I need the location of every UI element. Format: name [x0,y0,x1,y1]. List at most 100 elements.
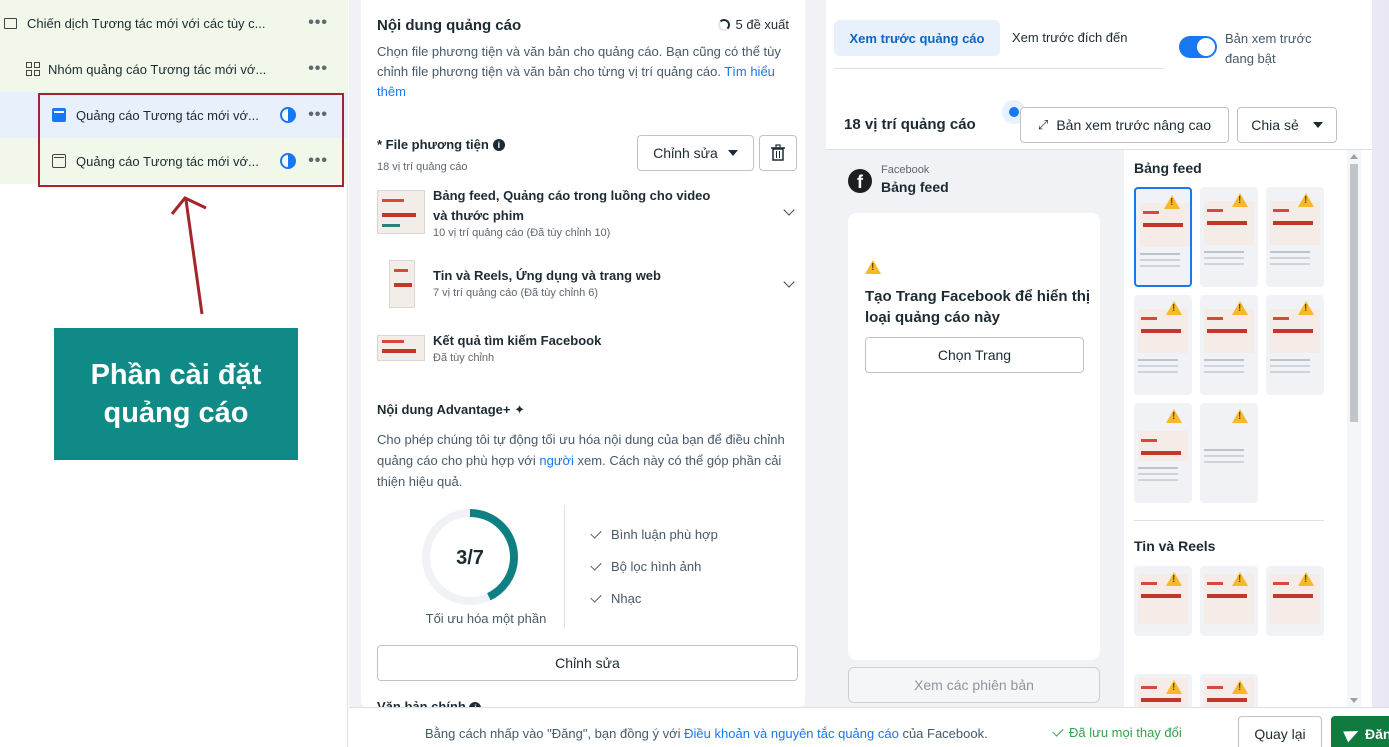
advantage-description: Cho phép chúng tôi tự động tối ưu hóa nộ… [377,429,797,492]
advanced-preview-button[interactable]: ⤢ Bản xem trước nâng cao [1020,107,1229,143]
placement-thumbnail[interactable] [1200,403,1258,503]
tree-item-adset[interactable]: Nhóm quảng cáo Tương tác mới vớ... ••• [0,46,348,92]
placement-thumbnail[interactable] [1266,295,1324,395]
tree-item-label: Chiến dịch Tương tác mới với các tùy c..… [27,15,266,31]
media-thumbnail [377,335,425,361]
arrow-up-icon [170,196,207,315]
media-item-sub: 7 vị trí quảng cáo (Đã tùy chỉnh 6) [433,287,599,299]
choose-page-button[interactable]: Chọn Trang [865,337,1084,373]
placement-thumbnail[interactable] [1200,295,1258,395]
caret-down-icon [727,150,738,156]
edit-media-button[interactable]: Chỉnh sửa [637,135,754,171]
media-item-sub: 10 vị trí quảng cáo (Đã tùy chỉnh 10) [433,227,611,239]
preview-scrollbar[interactable] [1347,150,1361,707]
check-icon [1052,725,1064,737]
warning-icon [865,260,881,274]
scroll-up-icon[interactable] [1350,154,1358,159]
media-item-title: Bảng feed, Quảng cáo trong luồng cho vid… [433,188,711,223]
info-icon[interactable]: i [492,138,505,151]
placement-thumbnail[interactable] [1134,187,1192,287]
section-description: Chọn file phương tiện và văn bản cho quả… [377,42,797,102]
preview-toggle[interactable] [1179,36,1217,58]
warning-icon [1298,572,1314,586]
feed-preview: f Facebook Bảng feed Tạo Trang Facebook … [826,150,1124,707]
section-divider [1134,520,1324,521]
optimization-gauge: 3/7 [422,509,518,605]
footer-bar: Bằng cách nhấp vào "Đăng", bạn đồng ý vớ… [349,707,1389,747]
placement-thumbnail[interactable] [1200,674,1258,707]
trash-icon [771,144,785,161]
media-item-title: Kết quả tìm kiếm Facebook [433,333,602,348]
advantage-title: Nội dung Advantage+ ✦ [377,402,525,418]
check-icon [590,527,602,539]
check-item: Bộ lọc hình ảnh [590,559,701,574]
placement-thumbnail[interactable] [1266,566,1324,636]
scroll-thumb[interactable] [1350,164,1358,422]
check-item: Bình luận phù hợp [590,527,718,542]
tree-item-campaign[interactable]: Chiến dịch Tương tác mới với các tùy c..… [0,0,348,46]
check-icon [590,559,602,571]
media-thumbnail [377,190,425,234]
expand-icon: ⤢ [1037,117,1049,132]
button-label: Chỉnh sửa [653,145,718,161]
button-label: Đăng [1365,726,1389,742]
placement-thumbnail[interactable] [1200,566,1258,636]
warning-icon [1166,680,1182,694]
chevron-down-icon[interactable] [783,204,795,216]
check-label: Nhạc [611,591,642,606]
creative-panel: Nội dung quảng cáo 5 đề xuất Chọn file p… [349,0,816,707]
media-item-title: Tin và Reels, Ứng dụng và trang web [433,268,661,283]
placement-thumbnail[interactable] [1266,187,1324,287]
media-label-text: * File phương tiện [377,137,489,152]
check-icon [590,591,602,603]
preview-message-card: Tạo Trang Facebook để hiển thị loại quản… [848,213,1100,660]
stories-section-title: Tin và Reels [1134,538,1216,554]
back-button[interactable]: Quay lại [1238,716,1322,747]
chevron-down-icon[interactable] [783,276,795,288]
placement-thumbnail[interactable] [1134,566,1192,636]
tab-ad-preview[interactable]: Xem trước quảng cáo [834,20,1000,56]
campaign-tree: Chiến dịch Tương tác mới với các tùy c..… [0,0,348,747]
button-label: Chia sẻ [1251,117,1299,133]
placement-thumbnail[interactable] [1134,295,1192,395]
check-label: Bình luận phù hợp [611,527,718,542]
primary-text-label: Văn bản chính i [377,699,482,707]
warning-icon [1232,680,1248,694]
platform-label: Facebook [881,164,930,176]
suggestions-label: 5 đề xuất [735,17,790,32]
button-label: Bản xem trước nâng cao [1056,117,1212,133]
advantage-title-text: Nội dung Advantage+ [377,402,511,417]
edit-advantage-button[interactable]: Chỉnh sửa [377,645,798,681]
section-title: Nội dung quảng cáo [377,17,522,34]
facebook-logo-icon: f [848,169,872,193]
warning-icon [1166,301,1182,315]
share-button[interactable]: Chia sẻ [1237,107,1337,143]
preview-panel: Xem trước quảng cáo Xem trước đích đến B… [816,0,1389,707]
terms-link[interactable]: Điều khoản và nguyên tắc quảng cáo [684,726,899,741]
view-versions-button[interactable]: Xem các phiên bản [848,667,1100,703]
suggestions-link[interactable]: 5 đề xuất [717,17,790,32]
more-options-icon[interactable]: ••• [308,60,328,78]
divider [564,505,565,629]
toggle-label: Bản xem trước đang bật [1225,31,1312,66]
adset-grid-icon [26,62,40,76]
terms-text: Bằng cách nhấp vào "Đăng", bạn đồng ý vớ… [425,726,988,741]
create-page-message: Tạo Trang Facebook để hiển thị loại quản… [865,288,1091,326]
tree-item-label: Nhóm quảng cáo Tương tác mới vớ... [48,61,267,77]
gauge-value: 3/7 [456,547,484,569]
delete-button[interactable] [759,135,797,171]
publish-button[interactable]: Đăng [1331,716,1389,747]
scroll-down-icon[interactable] [1350,698,1358,703]
placement-thumbnail[interactable] [1200,187,1258,287]
more-options-icon[interactable]: ••• [308,14,328,32]
saved-label: Đã lưu mọi thay đổi [1069,725,1182,740]
viewer-link[interactable]: người [539,453,574,468]
placement-thumbnails: Bảng feed Tin và Reels [1132,150,1338,707]
gauge-label: Tối ưu hóa một phần [425,611,547,626]
placement-thumbnail[interactable] [1134,674,1192,707]
placement-thumbnail[interactable] [1134,403,1192,503]
preview-card: Xem trước quảng cáo Xem trước đích đến B… [826,0,1372,707]
warning-icon [1232,301,1248,315]
media-sub: 18 vị trí quảng cáo [377,161,468,173]
tab-destination-preview[interactable]: Xem trước đích đến [1012,30,1128,45]
